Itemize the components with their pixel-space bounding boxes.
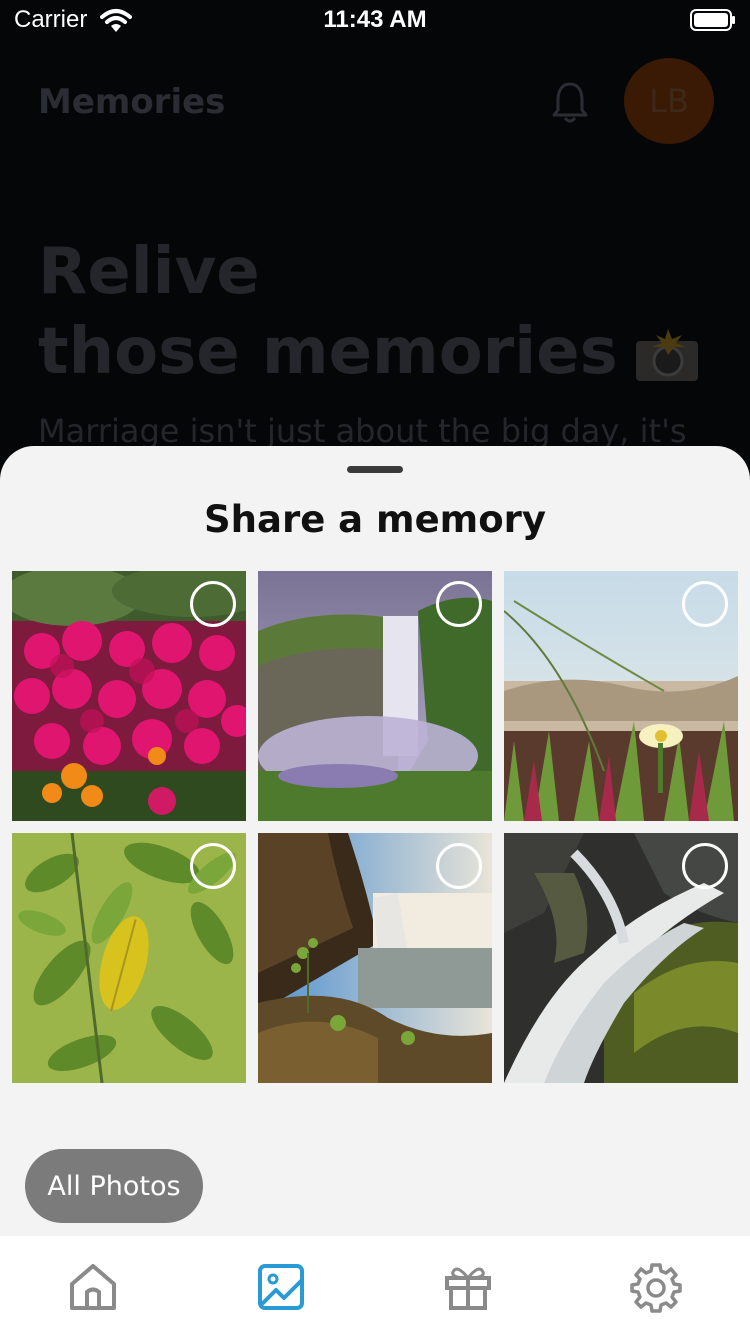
sheet-grabber[interactable] (347, 466, 403, 473)
select-circle[interactable] (190, 581, 236, 627)
all-photos-button[interactable]: All Photos (25, 1149, 203, 1223)
bell-icon (552, 82, 588, 123)
photo-tile[interactable] (12, 571, 246, 821)
status-bar: Carrier 11:43 AM (0, 0, 750, 44)
select-circle[interactable] (190, 843, 236, 889)
photo-tile[interactable] (258, 833, 492, 1083)
gift-icon[interactable] (441, 1260, 495, 1314)
photo-tile[interactable] (504, 833, 738, 1083)
select-circle[interactable] (682, 581, 728, 627)
photo-tile[interactable] (12, 833, 246, 1083)
battery-icon (690, 9, 735, 31)
camera-flash-icon (635, 329, 698, 382)
select-circle[interactable] (682, 843, 728, 889)
image-icon[interactable] (254, 1260, 308, 1314)
share-memory-sheet: Share a memory All Photos (0, 446, 750, 1236)
status-time: 11:43 AM (323, 6, 427, 33)
tab-bar (0, 1236, 750, 1334)
hero-line-1: Relive (38, 235, 260, 309)
page-title: Memories (38, 82, 226, 122)
sheet-title: Share a memory (203, 498, 546, 541)
hero-subtitle: Marriage isn't just about the big day, i… (38, 412, 687, 450)
photo-tile[interactable] (258, 571, 492, 821)
select-circle[interactable] (436, 581, 482, 627)
gear-icon[interactable] (629, 1260, 683, 1314)
avatar-initials: LB (649, 82, 689, 120)
select-circle[interactable] (436, 843, 482, 889)
hero-line-2: those memories (38, 315, 618, 389)
avatar: LB (624, 58, 714, 144)
hero-heading: Relive those memories (38, 232, 700, 392)
home-icon[interactable] (66, 1260, 120, 1314)
photo-tile[interactable] (504, 571, 738, 821)
